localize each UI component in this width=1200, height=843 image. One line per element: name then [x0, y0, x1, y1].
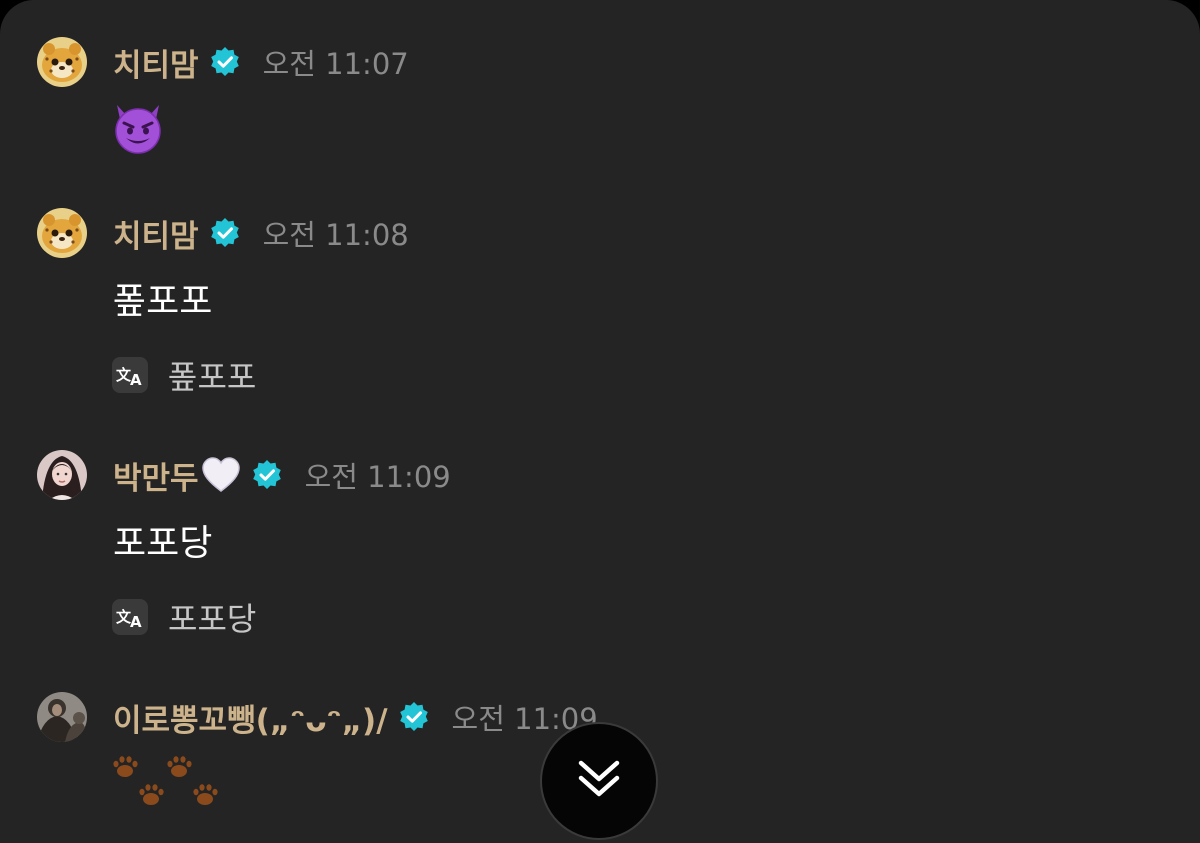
sender-name[interactable]: 치티맘 — [113, 211, 199, 256]
translation-row[interactable]: 文 A 퐆포포 — [112, 355, 257, 396]
message-time: 오전 11:08 — [262, 218, 409, 252]
verified-badge-icon — [209, 217, 241, 249]
message-time: 오전 11:09 — [304, 460, 451, 494]
translation-row[interactable]: 文 A 포포당 — [112, 597, 257, 638]
verified-badge-icon — [398, 701, 430, 733]
avatar[interactable] — [37, 208, 87, 258]
double-chevron-down-icon — [575, 757, 623, 805]
white-heart-emoji — [201, 457, 241, 493]
translate-icon: 文 A — [112, 357, 148, 393]
svg-text:A: A — [130, 613, 142, 629]
smiling-devil-emoji — [111, 101, 165, 155]
avatar[interactable] — [37, 37, 87, 87]
verified-badge-icon — [251, 459, 283, 491]
translation-text: 퐆포포 — [168, 358, 257, 396]
avatar[interactable] — [37, 692, 87, 742]
svg-text:A: A — [130, 371, 142, 387]
scroll-to-bottom-button[interactable] — [540, 722, 658, 840]
verified-badge-icon — [209, 46, 241, 78]
translation-text: 포포당 — [168, 600, 257, 638]
avatar[interactable] — [37, 450, 87, 500]
paw-prints-emoji — [111, 755, 223, 811]
message-text: 포포당 — [113, 523, 213, 564]
sender-name[interactable]: 치티맘 — [113, 40, 199, 85]
sender-name[interactable]: 박만두 — [113, 453, 199, 498]
chat-screen: 치티맘 오전 11:07 치티맘 오전 11:08 퐆포포 文 A 퐆포포 박만… — [0, 0, 1200, 843]
message-text: 퐆포포 — [113, 281, 213, 322]
message-time: 오전 11:07 — [262, 47, 409, 81]
sender-name[interactable]: 이로뽕꼬뺑(„ᵔᴗᵔ„)/ — [113, 695, 388, 740]
translate-icon: 文 A — [112, 599, 148, 635]
